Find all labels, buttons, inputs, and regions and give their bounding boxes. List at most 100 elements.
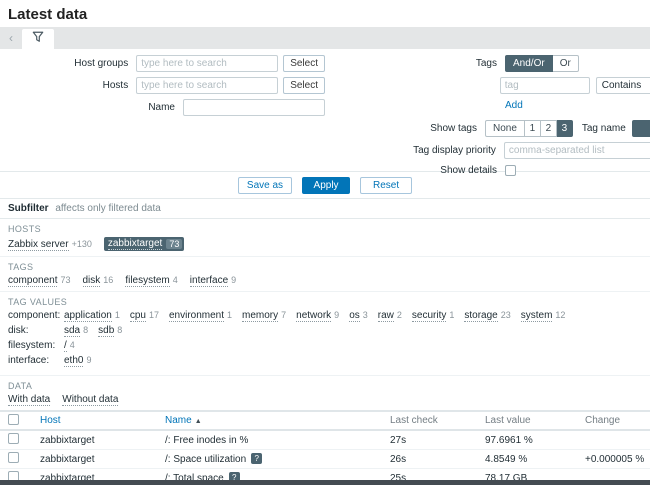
subfilter-tag-value-link[interactable]: raw xyxy=(378,310,394,322)
table-header-row: Host Name▲ Last check Last value Change xyxy=(0,412,650,431)
column-header-name[interactable]: Name xyxy=(165,415,192,426)
save-as-button[interactable]: Save as xyxy=(238,177,292,194)
subfilter-tag-value: application1 xyxy=(64,310,120,321)
subfilter-tag-value-link[interactable]: cpu xyxy=(130,310,146,322)
subfilter-tag-values-section: TAG VALUES component:application1cpu17en… xyxy=(0,292,650,376)
subfilter-tag-value-count: 1 xyxy=(227,310,232,320)
show-tags-3[interactable]: 3 xyxy=(557,120,573,137)
subfilter-tag-value-link[interactable]: system xyxy=(521,310,553,322)
subfilter-data-option: With data xyxy=(8,394,50,405)
tag-display-priority-input[interactable] xyxy=(504,142,650,159)
tag-name-mode-segmented[interactable] xyxy=(632,120,650,137)
subfilter-tag-link[interactable]: filesystem xyxy=(125,275,169,287)
subfilter-tag-value-link[interactable]: eth0 xyxy=(64,355,83,367)
subfilter-tag-value: network9 xyxy=(296,310,339,321)
subfilter-tag-value: os3 xyxy=(349,310,368,321)
add-tag-link[interactable]: Add xyxy=(505,100,523,111)
column-header-last-value: Last value xyxy=(485,415,585,426)
show-details-checkbox[interactable] xyxy=(505,165,516,176)
row-checkbox[interactable] xyxy=(8,452,19,463)
item-name-cell: /: Space utilization? xyxy=(165,453,390,465)
tags-operator-andor[interactable]: And/Or xyxy=(505,55,553,72)
hosts-input[interactable] xyxy=(136,77,278,94)
select-all-checkbox[interactable] xyxy=(8,414,19,425)
subfilter-tag-value: sda8 xyxy=(64,325,88,336)
subfilter-tag-values-rows: component:application1cpu17environment1m… xyxy=(8,310,642,366)
hosts-select-button[interactable]: Select xyxy=(283,77,325,94)
row-checkbox[interactable] xyxy=(8,433,19,444)
latest-data-page: Latest data ‹ Host groups Select Hosts S… xyxy=(0,0,650,485)
subfilter-tag: interface9 xyxy=(190,275,236,286)
subfilter-tag-value-link[interactable]: security xyxy=(412,310,446,322)
tag-name-input[interactable] xyxy=(500,77,590,94)
subfilter-host-chip-label: zabbixtarget xyxy=(108,238,162,250)
subfilter-tags-header: TAGS xyxy=(8,262,642,272)
host-link[interactable]: zabbixtarget xyxy=(40,454,94,465)
subfilter-tag-value-link[interactable]: memory xyxy=(242,310,278,322)
subfilter-tag-value-link[interactable]: sdb xyxy=(98,325,114,337)
column-header-last-check: Last check xyxy=(390,415,485,426)
subfilter-tag-value-link[interactable]: application xyxy=(64,310,112,322)
description-hint-icon[interactable]: ? xyxy=(251,453,262,464)
subfilter-tag-value-link[interactable]: network xyxy=(296,310,331,322)
host-link[interactable]: zabbixtarget xyxy=(40,435,94,446)
table-row: zabbixtarget/: Space utilization?26s4.85… xyxy=(0,450,650,469)
subfilter-tag-value-link[interactable]: environment xyxy=(169,310,224,322)
show-tags-1[interactable]: 1 xyxy=(525,120,541,137)
subfilter-host-link[interactable]: Zabbix server xyxy=(8,239,69,251)
subfilter-tag-value-count: 7 xyxy=(281,310,286,320)
subfilter-host-chip-count: 73 xyxy=(166,239,182,249)
subfilter-tag: filesystem4 xyxy=(125,275,177,286)
item-name-link[interactable]: /: Space utilization xyxy=(165,454,246,465)
subfilter-tag-value-link[interactable]: os xyxy=(349,310,360,322)
show-tags-none[interactable]: None xyxy=(485,120,525,137)
filter-funnel-icon xyxy=(32,30,44,48)
subfilter-tag-value-count: 3 xyxy=(363,310,368,320)
row-checkbox-cell xyxy=(8,433,40,447)
subfilter-tag-value-count: 9 xyxy=(334,310,339,320)
subfilter-tag-value-link[interactable]: storage xyxy=(464,310,497,322)
column-header-host[interactable]: Host xyxy=(40,415,165,426)
tag-value-group-name: disk: xyxy=(8,325,64,336)
subfilter-title: Subfilter xyxy=(8,203,49,214)
tag-value-group-name: filesystem: xyxy=(8,340,64,351)
subfilter-data-option-link[interactable]: Without data xyxy=(62,394,118,406)
host-groups-input[interactable] xyxy=(136,55,278,72)
item-name-cell: /: Free inodes in % xyxy=(165,435,390,446)
show-tags-label: Show tags xyxy=(325,123,485,134)
subfilter-data-row: With data Without data xyxy=(8,394,642,405)
collapse-filter-chevron-icon[interactable]: ‹ xyxy=(4,27,18,49)
tag-value-group: interface:eth09 xyxy=(8,355,642,366)
subfilter-tags-row: component73disk16filesystem4interface9 xyxy=(8,275,642,286)
last-value-cell[interactable]: 4.8549 % xyxy=(485,454,585,465)
change-cell: +0.000005 % xyxy=(585,454,650,465)
subfilter-data-option-link[interactable]: With data xyxy=(8,394,50,406)
subfilter-data-header: DATA xyxy=(8,381,642,391)
tag-match-select[interactable]: Contains xyxy=(596,77,650,94)
subfilter-panel: Subfilter affects only filtered data HOS… xyxy=(0,198,650,412)
subfilter-tag-link[interactable]: disk xyxy=(83,275,101,287)
subfilter-subtitle: affects only filtered data xyxy=(55,203,160,214)
subfilter-tag-value-link[interactable]: sda xyxy=(64,325,80,337)
subfilter-header: Subfilter affects only filtered data xyxy=(0,198,650,219)
host-groups-select-button[interactable]: Select xyxy=(283,55,325,72)
subfilter-tag-value: sdb8 xyxy=(98,325,122,336)
tab-filter[interactable] xyxy=(22,29,54,49)
subfilter-tag-value: memory7 xyxy=(242,310,286,321)
name-input[interactable] xyxy=(183,99,325,116)
tags-operator-or[interactable]: Or xyxy=(553,55,579,72)
last-value-cell[interactable]: 97.6961 % xyxy=(485,435,585,446)
host-cell: zabbixtarget xyxy=(40,454,165,465)
show-tags-2[interactable]: 2 xyxy=(541,120,557,137)
tag-display-priority-label: Tag display priority xyxy=(325,145,504,156)
subfilter-host: Zabbix server+130 xyxy=(8,239,92,250)
item-name-link[interactable]: /: Free inodes in % xyxy=(165,435,248,446)
subfilter-tag-link[interactable]: interface xyxy=(190,275,228,287)
subfilter-host-selected-chip[interactable]: zabbixtarget 73 xyxy=(104,237,185,251)
name-label: Name xyxy=(0,102,183,113)
row-checkbox-cell xyxy=(8,452,40,466)
subfilter-tag-value-link[interactable]: / xyxy=(64,340,67,352)
subfilter-tag-values-header: TAG VALUES xyxy=(8,297,642,307)
subfilter-tag-value-count: 1 xyxy=(449,310,454,320)
subfilter-tag-link[interactable]: component xyxy=(8,275,57,287)
